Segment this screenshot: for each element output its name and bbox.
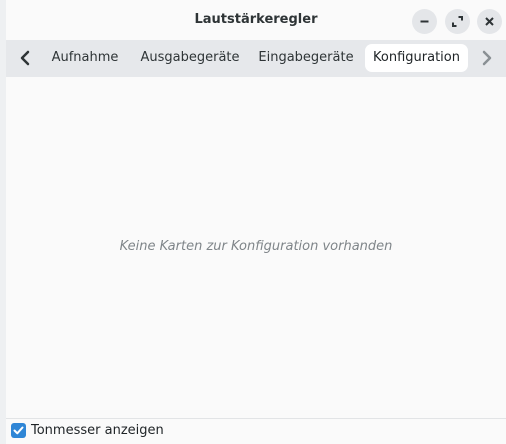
minimize-button[interactable]	[412, 9, 437, 34]
title-bar[interactable]: Lautstärkeregler	[6, 0, 506, 40]
tabs-scroll-right-button[interactable]	[472, 40, 502, 77]
checkmark-icon	[13, 426, 24, 435]
tab-eingabegeraete[interactable]: Eingabegeräte	[252, 44, 360, 72]
chevron-right-icon	[482, 50, 492, 66]
tab-konfiguration[interactable]: Konfiguration	[365, 44, 468, 72]
show-meters-label[interactable]: Tonmesser anzeigen	[31, 423, 164, 438]
close-icon	[485, 17, 494, 26]
configuration-panel: Keine Karten zur Konfiguration vorhanden	[6, 77, 506, 418]
app-window: Lautstärkeregler Aufnahme Ausgabegeräte	[0, 0, 506, 444]
close-button[interactable]	[477, 9, 502, 34]
empty-state-message: Keine Karten zur Konfiguration vorhanden	[119, 239, 393, 254]
chevron-left-icon	[20, 50, 30, 66]
maximize-button[interactable]	[445, 9, 470, 34]
tab-aufnahme[interactable]: Aufnahme	[44, 44, 126, 72]
tabs-scroll-left-button[interactable]	[10, 40, 40, 77]
footer-bar: Tonmesser anzeigen	[6, 418, 506, 444]
maximize-icon	[452, 16, 463, 27]
show-meters-checkbox[interactable]	[11, 423, 26, 438]
minimize-icon	[420, 20, 429, 23]
tab-ausgabegeraete[interactable]: Ausgabegeräte	[134, 44, 246, 72]
tab-bar: Aufnahme Ausgabegeräte Eingabegeräte Kon…	[6, 40, 506, 77]
